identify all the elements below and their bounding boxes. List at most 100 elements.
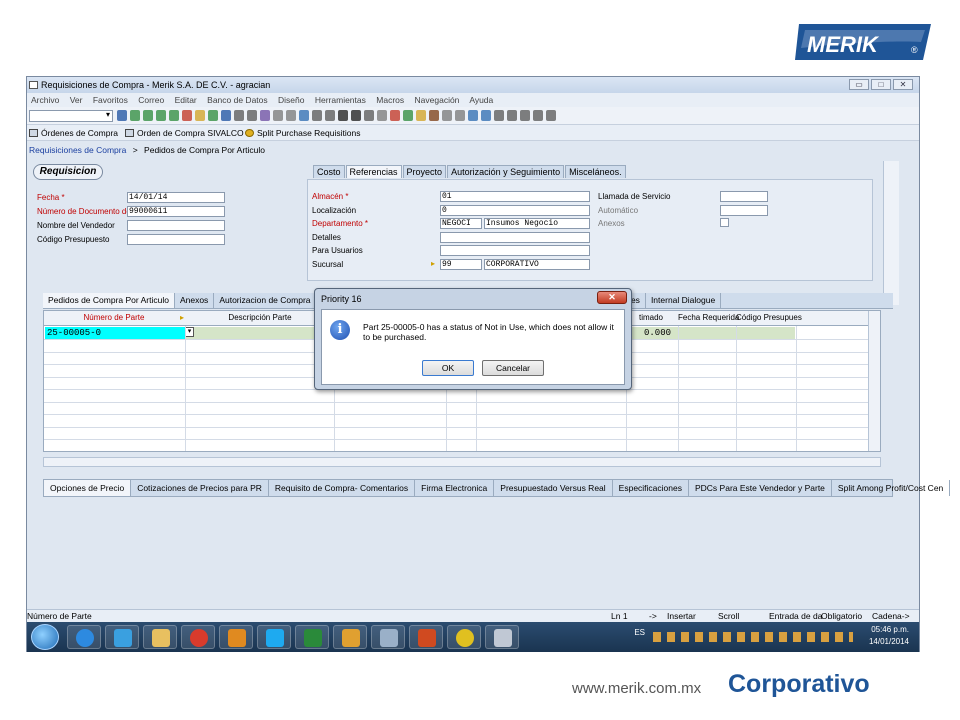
menu-herramientas[interactable]: Herramientas	[315, 95, 366, 105]
taskbar-skype[interactable]	[257, 625, 291, 649]
taskbar-powerpoint[interactable]	[409, 625, 443, 649]
toolbar-button-icon[interactable]	[117, 110, 127, 121]
toolbar-button-icon[interactable]	[338, 110, 348, 121]
taskbar-calculator[interactable]	[371, 625, 405, 649]
grid-scrollbar[interactable]	[868, 311, 880, 451]
tab-cotizaciones[interactable]: Cotizaciones de Precios para PR	[131, 480, 269, 496]
toolbar-button-icon[interactable]	[364, 110, 374, 121]
menu-navegacion[interactable]: Navegación	[415, 95, 460, 105]
fav-ordenes-de-compra[interactable]: Órdenes de Compra	[29, 125, 118, 141]
tab-miscelaneos[interactable]: Misceláneos.	[565, 165, 626, 178]
menu-archivo[interactable]: Archivo	[31, 95, 59, 105]
toolbar-button-icon[interactable]	[273, 110, 283, 121]
toolbar-button-icon[interactable]	[182, 110, 192, 121]
toolbar-button-icon[interactable]	[221, 110, 231, 121]
toolbar-dropdown[interactable]	[29, 110, 113, 122]
section-title-requisicion[interactable]: Requisicion	[33, 164, 103, 180]
menu-correo[interactable]: Correo	[138, 95, 164, 105]
toolbar-button-icon[interactable]	[299, 110, 309, 121]
chevron-down-icon[interactable]: ▾	[185, 327, 194, 337]
toolbar-button-icon[interactable]	[195, 110, 205, 121]
menu-ayuda[interactable]: Ayuda	[469, 95, 493, 105]
toolbar-button-icon[interactable]	[403, 110, 413, 121]
fav-split-purchase-requisitions[interactable]: Split Purchase Requisitions	[245, 125, 360, 141]
toolbar-button-icon[interactable]	[429, 110, 439, 121]
toolbar-button-icon[interactable]	[533, 110, 543, 121]
detalles-field[interactable]	[440, 232, 590, 243]
sucursal-code-field[interactable]: 99	[440, 259, 482, 270]
almacen-field[interactable]: 01	[440, 191, 590, 202]
maximize-button[interactable]: □	[871, 79, 891, 90]
form-scrollbar[interactable]	[883, 161, 899, 305]
taskbar-app[interactable]	[219, 625, 253, 649]
taskbar-media[interactable]	[105, 625, 139, 649]
tab-firma-electronica[interactable]: Firma Electronica	[415, 480, 495, 496]
menu-editar[interactable]: Editar	[175, 95, 197, 105]
tab-presupuestado-vs-real[interactable]: Presupuestado Versus Real	[494, 480, 613, 496]
breadcrumb-root-link[interactable]: Requisiciones de Compra	[29, 145, 126, 155]
tab-costo[interactable]: Costo	[313, 165, 345, 178]
departamento-code-field[interactable]: NEGOCI	[440, 218, 482, 229]
tab-anexos[interactable]: Anexos	[175, 293, 215, 308]
tab-split-profit-cost[interactable]: Split Among Profit/Cost Cen	[832, 480, 951, 496]
taskbar-excel[interactable]	[295, 625, 329, 649]
ok-button[interactable]: OK	[422, 360, 474, 376]
toolbar-button-icon[interactable]	[156, 110, 166, 121]
tab-pdcs-vendedor-parte[interactable]: PDCs Para Este Vendedor y Parte	[689, 480, 832, 496]
codigo-presupuesto-field[interactable]	[127, 234, 225, 245]
toolbar-button-icon[interactable]	[234, 110, 244, 121]
taskbar-chrome[interactable]	[181, 625, 215, 649]
footer-url[interactable]: www.merik.com.mx	[572, 680, 701, 697]
toolbar-button-icon[interactable]	[481, 110, 491, 121]
col-codigo-presupuesto[interactable]: Código Presupues	[736, 311, 802, 325]
taskbar-clock-app[interactable]	[447, 625, 481, 649]
menu-banco-de-datos[interactable]: Banco de Datos	[207, 95, 267, 105]
anexos-checkbox[interactable]	[720, 218, 729, 227]
col-estimado[interactable]: timado	[626, 311, 676, 325]
tab-proyecto[interactable]: Proyecto	[402, 165, 447, 178]
cancel-button[interactable]: Cancelar	[482, 360, 544, 376]
taskbar-ie[interactable]	[67, 625, 101, 649]
tab-referencias[interactable]: Referencias	[345, 165, 402, 178]
toolbar-button-icon[interactable]	[325, 110, 335, 121]
grid-horizontal-scrollbar[interactable]	[43, 457, 881, 467]
toolbar-button-icon[interactable]	[130, 110, 140, 121]
tab-especificaciones[interactable]: Especificaciones	[613, 480, 689, 496]
toolbar-button-icon[interactable]	[468, 110, 478, 121]
toolbar-button-icon[interactable]	[260, 110, 270, 121]
minimize-button[interactable]: ▭	[849, 79, 869, 90]
toolbar-button-icon[interactable]	[442, 110, 452, 121]
taskbar-priority[interactable]	[485, 625, 519, 649]
toolbar-button-icon[interactable]	[377, 110, 387, 121]
para-usuarios-field[interactable]	[440, 245, 590, 256]
fecha-field[interactable]: 14/01/14	[127, 192, 225, 203]
tab-comentarios[interactable]: Requisito de Compra- Comentarios	[269, 480, 416, 496]
fav-orden-compra-sivalco[interactable]: Orden de Compra SIVALCO	[125, 125, 244, 141]
toolbar-button-icon[interactable]	[351, 110, 361, 121]
col-fecha-requerida[interactable]: Fecha Requerida	[678, 311, 739, 325]
toolbar-button-icon[interactable]	[390, 110, 400, 121]
toolbar-button-icon[interactable]	[416, 110, 426, 121]
menu-diseno[interactable]: Diseño	[278, 95, 304, 105]
estimado-cell[interactable]: 0.000	[644, 327, 671, 339]
menu-ver[interactable]: Ver	[70, 95, 83, 105]
toolbar-button-icon[interactable]	[286, 110, 296, 121]
clock-time[interactable]: 05:46 p.m.	[871, 625, 909, 634]
col-numero-parte[interactable]: Número de Parte	[44, 311, 184, 325]
col-descripcion-parte[interactable]: Descripción Parte	[186, 311, 334, 325]
start-button[interactable]	[31, 624, 59, 650]
language-indicator[interactable]: ES	[634, 628, 645, 637]
close-window-button[interactable]: ✕	[893, 79, 913, 90]
part-number-cell[interactable]: 25-00005-0	[45, 327, 185, 339]
tray-icons[interactable]	[653, 632, 853, 642]
dialog-close-button[interactable]: ✕	[597, 291, 627, 304]
toolbar-button-icon[interactable]	[546, 110, 556, 121]
toolbar-button-icon[interactable]	[208, 110, 218, 121]
clock-date[interactable]: 14/01/2014	[869, 637, 909, 646]
toolbar-button-icon[interactable]	[520, 110, 530, 121]
nombre-vendedor-field[interactable]	[127, 220, 225, 231]
numero-documento-field[interactable]: 99000611	[127, 206, 225, 217]
menu-favoritos[interactable]: Favoritos	[93, 95, 128, 105]
tab-opciones-precio[interactable]: Opciones de Precio	[44, 480, 132, 496]
tab-autorizacion-compra[interactable]: Autorizacion de Compra	[214, 293, 317, 308]
